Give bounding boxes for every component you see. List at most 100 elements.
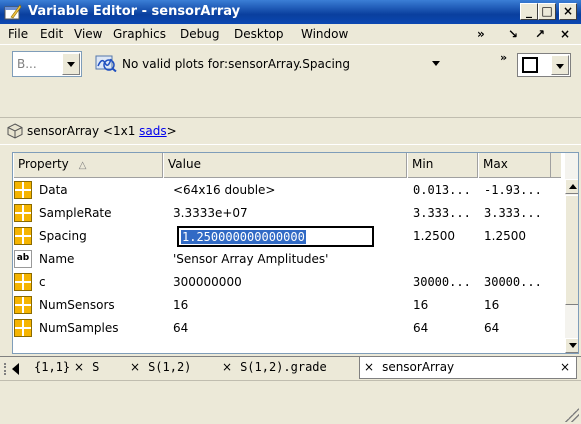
property-table: Property △ Value Min Max Data <64x16 doub… <box>12 152 579 354</box>
grid-icon <box>14 273 32 291</box>
scroll-tabs-left-icon[interactable] <box>12 363 19 375</box>
menu-desktop[interactable]: Desktop <box>234 27 284 41</box>
selected-value-text: 1.250000000000000 <box>181 230 306 244</box>
table-row[interactable]: c 300000000 30000... 30000... <box>13 271 561 294</box>
tab-sensorarray[interactable]: × sensorArray × <box>359 357 577 379</box>
table-row[interactable]: NumSamples 64 64 64 <box>13 317 561 337</box>
tab-s[interactable]: × S <box>70 357 103 379</box>
menu-overflow-icon[interactable]: » <box>477 27 485 41</box>
grid-icon <box>14 204 32 222</box>
resize-grip-icon[interactable] <box>565 408 579 422</box>
min-cell: 16 <box>413 298 429 312</box>
close-tab-icon[interactable]: × <box>364 360 374 374</box>
property-cell: NumSensors <box>39 298 115 312</box>
grid-icon <box>14 181 32 199</box>
workspace-select[interactable]: B... <box>12 51 82 77</box>
menu-debug[interactable]: Debug <box>180 27 219 41</box>
menu-graphics[interactable]: Graphics <box>113 27 166 41</box>
close-active-tab-icon[interactable]: × <box>560 360 570 374</box>
tab-label: S(1,2).grade <box>240 360 327 374</box>
vertical-scrollbar[interactable] <box>565 153 578 353</box>
menu-edit[interactable]: Edit <box>40 27 63 41</box>
scroll-up-icon[interactable] <box>565 179 578 194</box>
tab-s-1-2[interactable]: × S(1,2) <box>126 357 195 379</box>
variable-editor-window: Variable Editor - sensorArray _ □ × File… <box>0 0 581 424</box>
tab-label: {1,1} <box>34 360 71 374</box>
value-edit-field[interactable]: 1.250000000000000 <box>177 226 374 247</box>
property-cell: NumSamples <box>39 321 119 335</box>
min-cell: 30000... <box>413 275 471 289</box>
tab-cell-1-1[interactable]: {1,1} <box>22 357 74 379</box>
property-cell: Spacing <box>39 229 87 243</box>
toolbar-overflow-icon[interactable]: » <box>500 51 507 64</box>
variable-suffix: > <box>166 124 177 138</box>
variable-editor-icon <box>4 4 22 20</box>
close-tab-icon[interactable]: × <box>74 360 84 374</box>
close-button[interactable]: × <box>559 3 577 20</box>
menu-bar: File Edit View Graphics Debug Desktop Wi… <box>0 24 581 44</box>
plot-selector-icon[interactable] <box>95 54 117 72</box>
menu-file[interactable]: File <box>8 27 28 41</box>
max-cell <box>480 248 551 271</box>
tab-label: sensorArray <box>382 360 455 374</box>
tab-s-1-2-grade[interactable]: × S(1,2).grade <box>218 357 331 379</box>
value-cell[interactable]: 64 <box>169 317 399 340</box>
object-icon <box>7 123 23 139</box>
header-property-label: Property <box>18 157 69 171</box>
menu-view[interactable]: View <box>74 27 102 41</box>
maximize-button[interactable]: □ <box>538 3 556 20</box>
header-value[interactable]: Value <box>163 153 407 178</box>
table-row[interactable]: NumSensors 16 16 16 <box>13 294 561 317</box>
value-cell[interactable]: 'Sensor Array Amplitudes' <box>169 248 407 271</box>
layout-select[interactable] <box>517 53 571 77</box>
close-document-icon[interactable]: × <box>560 27 570 41</box>
workspace-select-value: B... <box>17 57 37 71</box>
class-link[interactable]: sads <box>139 124 166 138</box>
value-cell[interactable]: 300000000 <box>169 271 399 294</box>
dock-icon[interactable]: ↘ <box>508 27 518 41</box>
document-tab-strip: {1,1} × S × S(1,2) × S(1,2).grade × sensorAr… <box>0 356 581 380</box>
min-cell: 64 <box>413 321 429 335</box>
chevron-down-icon[interactable] <box>551 55 569 75</box>
value-cell[interactable]: 3.3333e+07 <box>169 202 399 225</box>
header-max[interactable]: Max <box>478 153 551 178</box>
minimize-button[interactable]: _ <box>520 3 538 20</box>
close-tab-icon[interactable]: × <box>130 360 140 374</box>
header-min[interactable]: Min <box>407 153 478 178</box>
scroll-thumb[interactable] <box>565 195 578 305</box>
plot-dropdown-icon[interactable] <box>432 55 440 69</box>
max-cell: 64 <box>484 321 500 335</box>
toolbar: B... No valid plots for:sensorArray.Spac… <box>0 44 581 84</box>
value-cell[interactable]: 16 <box>169 294 399 317</box>
property-cell: SampleRate <box>39 206 112 220</box>
close-tab-icon[interactable]: × <box>222 360 232 374</box>
property-cell: c <box>39 275 46 289</box>
max-cell: 16 <box>484 298 500 312</box>
tab-label: S(1,2) <box>148 360 192 374</box>
grid-icon <box>14 319 32 337</box>
plot-status-text[interactable]: No valid plots for:sensorArray.Spacing <box>122 57 350 71</box>
window-title: Variable Editor - sensorArray <box>28 4 241 19</box>
variable-label: sensorArray <1x1 sads> <box>27 124 177 138</box>
grid-icon <box>14 227 32 245</box>
value-cell[interactable]: <64x16 double> <box>169 179 399 202</box>
table-row[interactable]: Data <64x16 double> 0.013... -1.93... <box>13 179 561 202</box>
header-property[interactable]: Property △ <box>13 153 163 178</box>
drag-grip-icon[interactable] <box>4 363 8 375</box>
scroll-down-icon[interactable] <box>565 338 578 353</box>
undock-icon[interactable]: ↗ <box>535 27 545 41</box>
title-bar[interactable]: Variable Editor - sensorArray _ □ × <box>0 0 581 24</box>
chevron-down-icon[interactable] <box>62 53 80 75</box>
min-cell <box>409 248 478 271</box>
table-row[interactable]: Spacing 1.250000000000000 1.2500 1.2500 <box>13 225 561 248</box>
min-cell: 3.333... <box>413 206 471 220</box>
table-row[interactable]: ab Name 'Sensor Array Amplitudes' <box>13 248 561 271</box>
menu-window[interactable]: Window <box>301 27 348 41</box>
property-cell: Data <box>39 183 68 197</box>
max-cell: 3.333... <box>484 206 542 220</box>
table-row[interactable]: SampleRate 3.3333e+07 3.333... 3.333... <box>13 202 561 225</box>
min-cell: 1.2500 <box>413 229 455 243</box>
max-cell: 30000... <box>484 275 542 289</box>
table-header: Property △ Value Min Max <box>13 153 561 178</box>
single-pane-icon <box>522 57 538 73</box>
